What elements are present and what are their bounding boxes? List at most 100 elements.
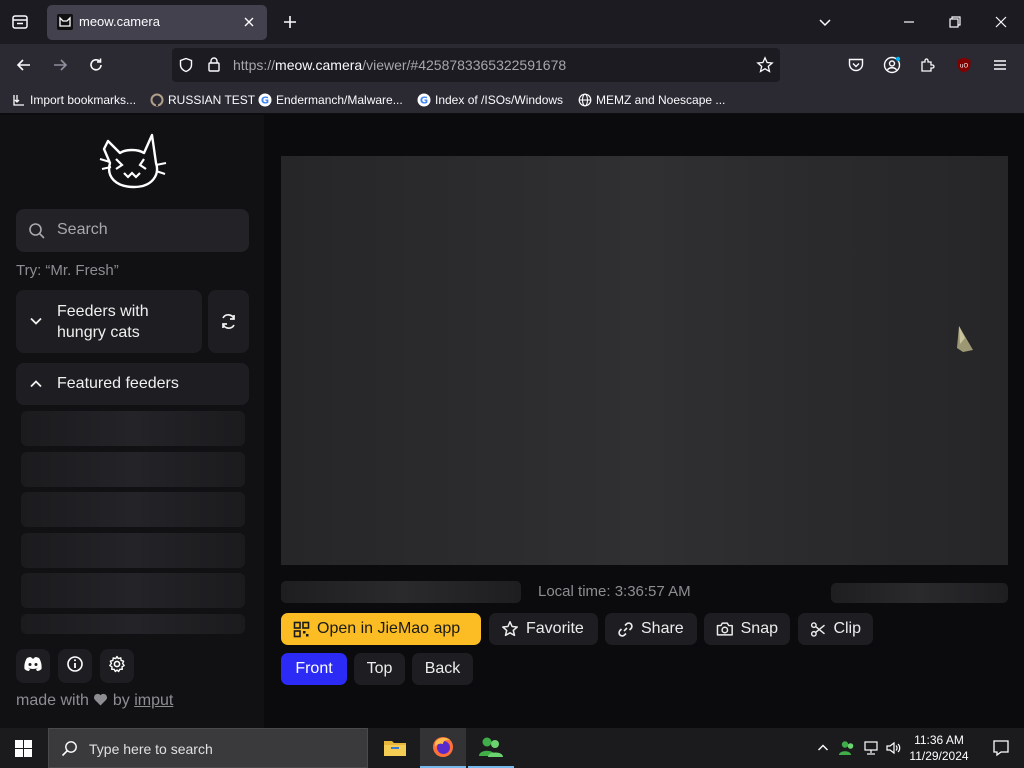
ublock-origin-icon[interactable]: uO — [949, 50, 979, 80]
people-app-icon[interactable] — [468, 728, 514, 768]
restore-window-icon[interactable] — [940, 7, 970, 37]
link-icon — [618, 621, 633, 637]
scissors-icon — [810, 621, 825, 637]
network-icon[interactable] — [860, 728, 882, 768]
camera-video-feed[interactable] — [281, 156, 1008, 565]
bookmark-index-isos[interactable]: G Index of /ISOs/Windows — [417, 91, 563, 109]
feeder-name-skeleton — [281, 581, 521, 603]
search-icon — [28, 222, 46, 245]
local-time: Local time: 3:36:57 AM — [538, 583, 691, 600]
clip-button[interactable]: Clip — [798, 613, 873, 645]
lock-icon[interactable] — [206, 56, 222, 78]
cat-logo-icon[interactable] — [98, 129, 168, 193]
taskbar-search-placeholder: Type here to search — [89, 741, 213, 757]
cat-toy-object — [955, 324, 977, 359]
cat-favicon-icon — [57, 14, 73, 30]
taskbar-search-input[interactable]: Type here to search — [48, 728, 368, 768]
snap-button[interactable]: Snap — [704, 613, 790, 645]
refresh-icon — [220, 313, 237, 335]
camera-icon — [716, 622, 733, 636]
featured-feeders-toggle[interactable]: Featured feeders — [16, 363, 249, 405]
tab-close-icon[interactable] — [241, 14, 257, 30]
bookmark-endermanch[interactable]: G Endermanch/Malware... — [258, 91, 403, 109]
feeder-skeleton-item — [21, 614, 245, 634]
settings-button[interactable] — [100, 649, 134, 683]
account-icon[interactable] — [877, 50, 907, 80]
feeder-skeleton-item — [21, 411, 245, 446]
back-arrow-icon[interactable] — [9, 50, 39, 80]
address-bar[interactable]: https://meow.camera/viewer/#425878336532… — [172, 48, 780, 82]
feeders-label: Feeders with hungry cats — [57, 303, 149, 341]
chevron-down-icon — [29, 314, 43, 333]
view-back-button[interactable]: Back — [412, 653, 473, 685]
feeder-skeleton-item — [21, 452, 245, 487]
feeder-status-skeleton — [831, 583, 1008, 603]
info-icon — [66, 655, 84, 678]
refresh-button[interactable] — [208, 290, 249, 353]
heart-icon — [93, 692, 108, 709]
page-content: Search Try: “Mr. Fresh” Feeders with hun… — [0, 115, 1024, 728]
imput-link[interactable]: imput — [134, 692, 173, 709]
qr-code-icon — [293, 621, 310, 637]
made-with-credit: made with by imput — [16, 692, 174, 709]
chevron-up-icon — [29, 377, 43, 396]
feeders-hungry-cats-toggle[interactable]: Feeders with hungry cats — [16, 290, 202, 353]
feeder-skeleton-item — [21, 573, 245, 608]
bookmark-star-icon[interactable] — [756, 56, 774, 79]
view-front-button[interactable]: Front — [281, 653, 347, 685]
bookmarks-toolbar: Import bookmarks... RUSSIAN TEST G Ender… — [0, 86, 1024, 114]
open-in-jiemao-button[interactable]: Open in JieMao app — [281, 613, 481, 645]
tray-chevron-up-icon[interactable] — [812, 728, 834, 768]
tab-title: meow.camera — [79, 14, 160, 29]
browser-nav-bar: https://meow.camera/viewer/#425878336532… — [0, 44, 1024, 86]
globe-icon — [578, 93, 592, 107]
favorite-button[interactable]: Favorite — [489, 613, 598, 645]
import-icon — [12, 93, 26, 107]
share-button[interactable]: Share — [605, 613, 697, 645]
forward-arrow-icon[interactable] — [45, 50, 75, 80]
google-icon: G — [258, 93, 272, 107]
bookmark-memz[interactable]: MEMZ and Noescape ... — [578, 91, 725, 109]
search-input[interactable]: Search — [16, 209, 249, 252]
site-icon — [150, 93, 164, 107]
gear-icon — [108, 655, 126, 678]
browser-tab-bar: meow.camera — [0, 0, 1024, 44]
sidebar: Search Try: “Mr. Fresh” Feeders with hun… — [0, 115, 264, 728]
firefox-taskbar-icon[interactable] — [420, 728, 466, 768]
search-icon — [61, 740, 78, 762]
new-tab-button[interactable] — [275, 7, 305, 37]
search-hint: Try: “Mr. Fresh” — [16, 262, 119, 279]
feeder-skeleton-item — [21, 492, 245, 527]
view-top-button[interactable]: Top — [354, 653, 405, 685]
google-icon: G — [417, 93, 431, 107]
svg-text:G: G — [420, 96, 428, 107]
tab-list-icon[interactable] — [5, 7, 35, 37]
discord-button[interactable] — [16, 649, 50, 683]
info-button[interactable] — [58, 649, 92, 683]
minimize-window-icon[interactable] — [894, 7, 924, 37]
taskbar-clock[interactable]: 11:36 AM 11/29/2024 — [900, 732, 978, 764]
windows-start-icon[interactable] — [0, 728, 46, 768]
bookmark-russian-test[interactable]: RUSSIAN TEST — [150, 91, 255, 109]
clock-date: 11/29/2024 — [909, 749, 969, 763]
extensions-puzzle-icon[interactable] — [913, 50, 943, 80]
svg-text:G: G — [261, 96, 269, 107]
svg-text:uO: uO — [960, 63, 969, 70]
featured-label: Featured feeders — [57, 375, 179, 392]
tab-overflow-chevron-icon[interactable] — [810, 7, 840, 37]
shield-icon[interactable] — [178, 57, 194, 78]
feeder-skeleton-item — [21, 533, 245, 568]
active-tab[interactable]: meow.camera — [47, 5, 267, 40]
close-window-icon[interactable] — [986, 7, 1016, 37]
notifications-icon[interactable] — [978, 728, 1024, 768]
bookmark-import[interactable]: Import bookmarks... — [12, 91, 136, 109]
tray-people-icon[interactable] — [836, 728, 858, 768]
hamburger-menu-icon[interactable] — [985, 50, 1015, 80]
star-icon — [502, 621, 518, 637]
pocket-icon[interactable] — [841, 50, 871, 80]
file-explorer-icon[interactable] — [372, 728, 418, 768]
reload-icon[interactable] — [81, 50, 111, 80]
windows-taskbar: Type here to search 11:36 AM 11/29/2024 — [0, 728, 1024, 768]
clock-time: 11:36 AM — [914, 733, 964, 747]
url-text: https://meow.camera/viewer/#425878336532… — [233, 57, 567, 73]
